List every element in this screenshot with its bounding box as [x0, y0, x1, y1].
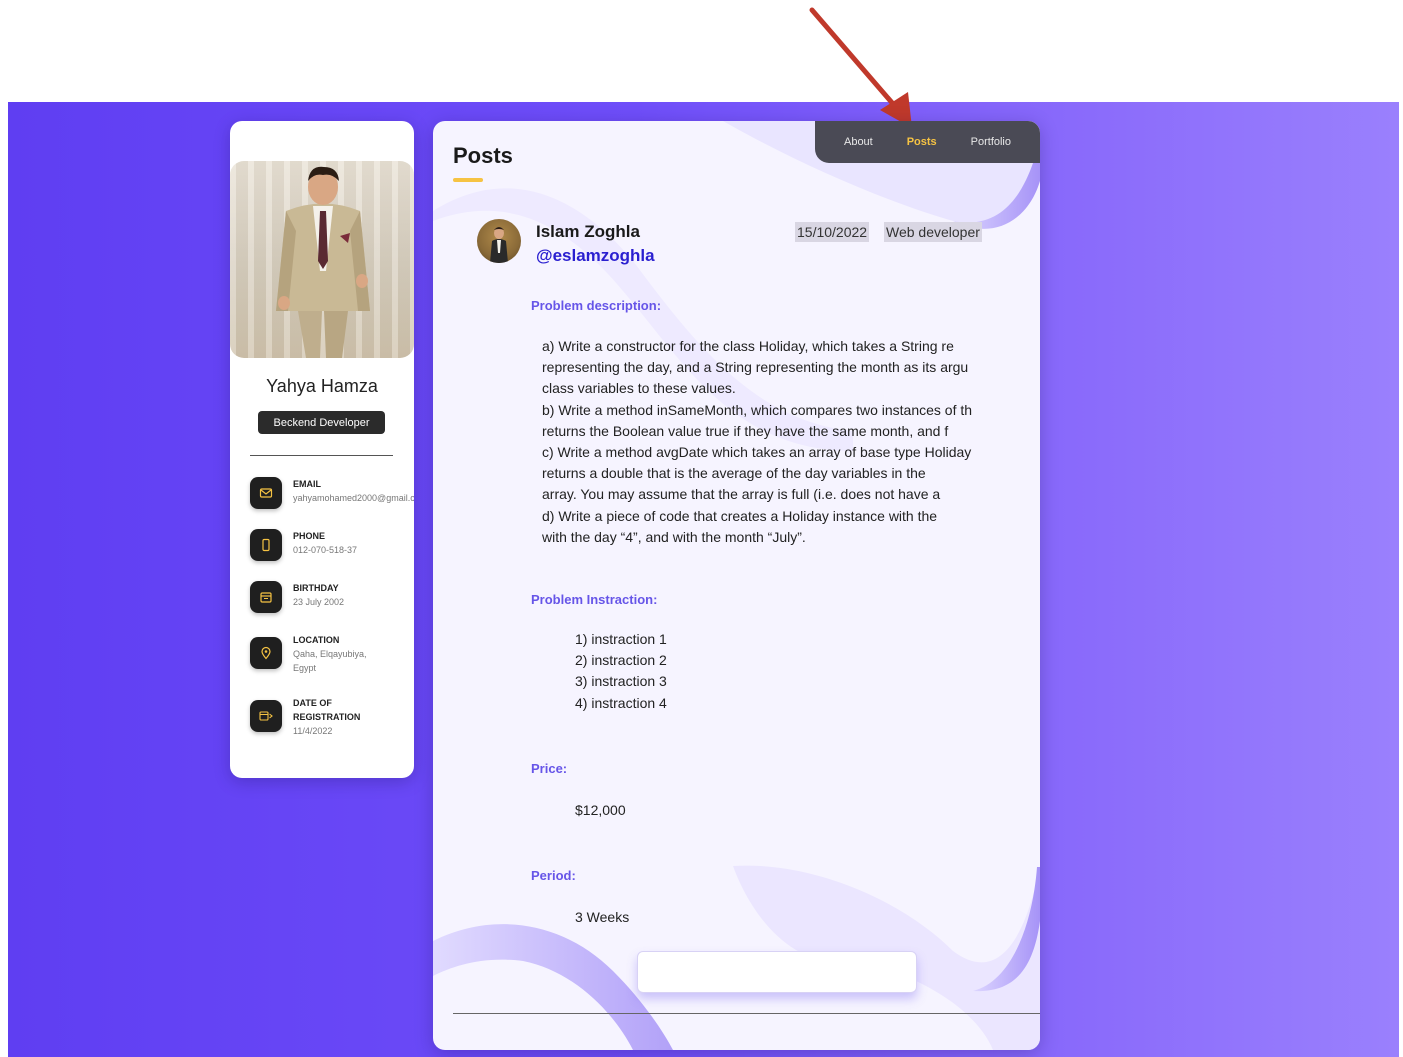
contact-value[interactable]: yahyamohamed2000@gmail.com — [293, 491, 414, 505]
calendar-icon — [250, 581, 282, 613]
background-waves — [433, 121, 1040, 1050]
instruction-list: 1) instraction 1 2) instraction 2 3) ins… — [575, 629, 667, 714]
list-item: 1) instraction 1 — [575, 631, 667, 647]
contact-label: EMAIL — [293, 479, 321, 489]
description-line: representing the day, and a String repre… — [542, 359, 969, 376]
title-underline — [453, 178, 483, 182]
contact-birthday: BIRTHDAY 23 July 2002 — [250, 581, 414, 613]
posts-panel: About Posts Portfolio Posts Islam Zoghla… — [433, 121, 1040, 1050]
contact-phone: PHONE 012-070-518-37 — [250, 529, 414, 561]
description-line: c) Write a method avgDate which takes an… — [542, 444, 972, 461]
price-label: Price: — [531, 761, 568, 776]
period-label: Period: — [531, 868, 576, 883]
nav-about[interactable]: About — [844, 136, 873, 148]
contact-value[interactable]: 012-070-518-37 — [293, 543, 414, 557]
description-line: returns a double that is the average of … — [542, 465, 926, 482]
contact-value: 11/4/2022 — [293, 726, 333, 736]
contact-email: EMAIL yahyamohamed2000@gmail.com — [250, 477, 414, 509]
person-illustration — [276, 166, 370, 358]
bottom-divider — [453, 1013, 1040, 1014]
problem-description: a) Write a constructor for the class Hol… — [542, 336, 1040, 548]
description-line: b) Write a method inSameMonth, which com… — [542, 401, 973, 418]
description-line: d) Write a piece of code that creates a … — [542, 507, 938, 524]
description-line: with the day “4”, and with the month “Ju… — [542, 528, 806, 545]
author-avatar[interactable] — [477, 219, 521, 263]
post-tag: Web developer — [884, 222, 982, 242]
location-pin-icon — [250, 637, 282, 669]
profile-card: Yahya Hamza Beckend Developer EMAIL yahy… — [230, 121, 414, 778]
contact-value: 23 July 2002 — [293, 597, 345, 607]
description-line: array. You may assume that the array is … — [542, 486, 941, 503]
top-nav: About Posts Portfolio — [815, 121, 1040, 163]
calendar-arrow-icon — [250, 700, 282, 732]
description-line: class variables to these values. — [542, 380, 736, 397]
phone-icon — [250, 529, 282, 561]
description-label: Problem description: — [531, 298, 662, 313]
contact-label: DATE OF REGISTRATION — [293, 698, 361, 722]
contact-label: LOCATION — [293, 635, 340, 645]
contact-location: LOCATION Qaha, Elqayubiya, Egypt — [250, 633, 414, 675]
annotation-arrow-icon — [809, 7, 912, 128]
contact-registration: DATE OF REGISTRATION 11/4/2022 — [250, 696, 414, 738]
contact-label: PHONE — [293, 531, 326, 541]
nav-posts[interactable]: Posts — [907, 136, 937, 148]
list-item: 3) instraction 3 — [575, 673, 667, 690]
post-date: 15/10/2022 — [795, 222, 870, 242]
contact-value: Qaha, Elqayubiya, Egypt — [293, 649, 367, 673]
author-name[interactable]: Islam Zoghla — [536, 222, 640, 242]
price-value: $12,000 — [575, 802, 626, 818]
profile-divider — [250, 455, 393, 456]
description-line: a) Write a constructor for the class Hol… — [542, 338, 954, 354]
contact-label: BIRTHDAY — [293, 583, 339, 593]
profile-photo — [230, 161, 414, 358]
mail-icon — [250, 477, 282, 509]
role-badge: Beckend Developer — [258, 411, 385, 434]
nav-portfolio[interactable]: Portfolio — [971, 136, 1011, 148]
instruction-label: Problem Instraction: — [531, 592, 658, 607]
page-title: Posts — [453, 143, 513, 168]
action-button[interactable] — [637, 951, 917, 993]
author-handle[interactable]: @eslamzoghla — [536, 246, 655, 266]
period-value: 3 Weeks — [575, 909, 630, 925]
list-item: 2) instraction 2 — [575, 652, 667, 669]
profile-name: Yahya Hamza — [266, 376, 378, 396]
description-line: returns the Boolean value true if they h… — [542, 422, 949, 439]
list-item: 4) instraction 4 — [575, 694, 667, 711]
